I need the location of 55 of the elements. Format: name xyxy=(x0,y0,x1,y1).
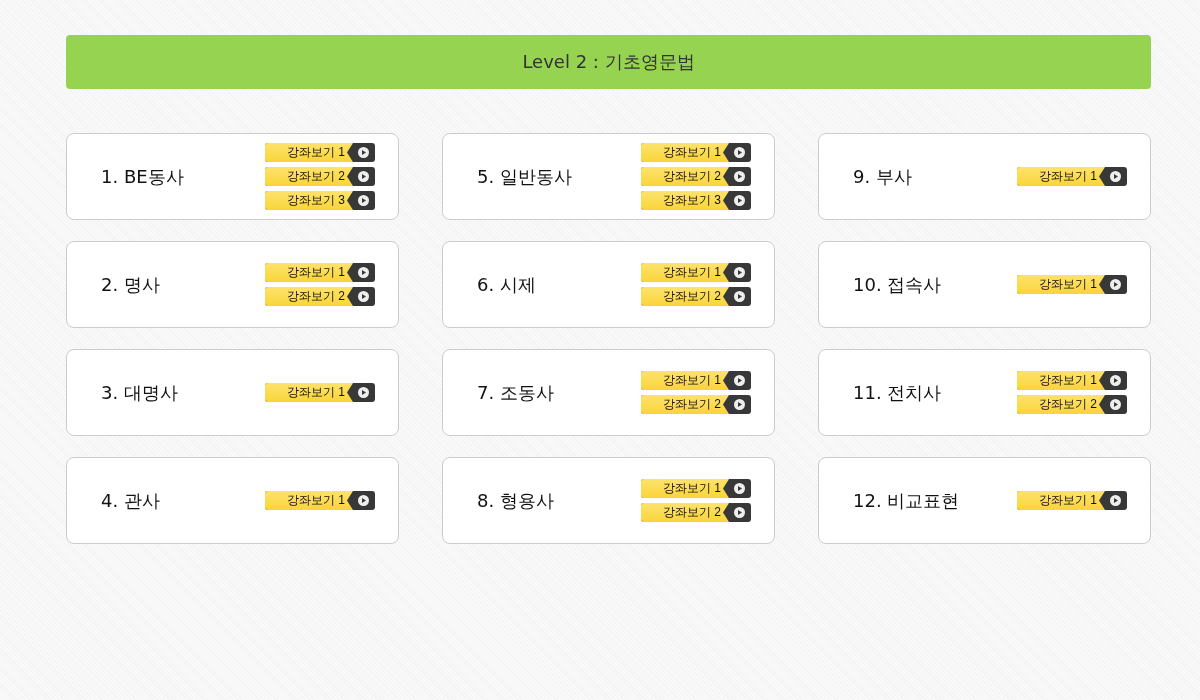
play-icon xyxy=(734,195,745,206)
play-icon xyxy=(358,267,369,278)
lesson-title: 3. 대명사 xyxy=(101,380,178,405)
lesson-title: 10. 접속사 xyxy=(853,272,942,297)
play-icon xyxy=(1110,399,1121,410)
lesson-title: 6. 시제 xyxy=(477,272,536,297)
play-icon xyxy=(358,495,369,506)
lecture-button[interactable]: 강좌보기 1 xyxy=(641,143,751,162)
lecture-button[interactable]: 강좌보기 1 xyxy=(641,371,751,390)
lecture-button[interactable]: 강좌보기 2 xyxy=(641,503,751,522)
play-icon xyxy=(734,483,745,494)
lecture-button[interactable]: 강좌보기 1 xyxy=(265,383,375,402)
lecture-button[interactable]: 강좌보기 2 xyxy=(1017,395,1127,414)
play-icon xyxy=(734,171,745,182)
lecture-button[interactable]: 강좌보기 2 xyxy=(265,167,375,186)
lecture-button[interactable]: 강좌보기 1 xyxy=(1017,491,1127,510)
play-icon xyxy=(734,267,745,278)
lesson-title: 7. 조동사 xyxy=(477,380,554,405)
lecture-button[interactable]: 강좌보기 2 xyxy=(641,395,751,414)
lecture-button[interactable]: 강좌보기 1 xyxy=(265,143,375,162)
lecture-button[interactable]: 강좌보기 2 xyxy=(641,287,751,306)
play-icon xyxy=(1110,171,1121,182)
lesson-title: 4. 관사 xyxy=(101,488,160,513)
play-icon xyxy=(734,375,745,386)
play-icon xyxy=(734,399,745,410)
lesson-title: 1. BE동사 xyxy=(101,164,184,189)
lecture-button[interactable]: 강좌보기 2 xyxy=(265,287,375,306)
lesson-title: 2. 명사 xyxy=(101,272,160,297)
play-icon xyxy=(734,147,745,158)
lecture-button[interactable]: 강좌보기 1 xyxy=(641,263,751,282)
play-icon xyxy=(358,171,369,182)
lesson-title: 12. 비교표현 xyxy=(853,488,960,513)
lecture-button[interactable]: 강좌보기 1 xyxy=(1017,275,1127,294)
lesson-title: 11. 전치사 xyxy=(853,380,942,405)
play-icon xyxy=(358,147,369,158)
lecture-button[interactable]: 강좌보기 3 xyxy=(641,191,751,210)
play-icon xyxy=(358,291,369,302)
lecture-button[interactable]: 강좌보기 2 xyxy=(641,167,751,186)
lecture-button[interactable]: 강좌보기 1 xyxy=(265,491,375,510)
lecture-button[interactable]: 강좌보기 1 xyxy=(1017,371,1127,390)
play-icon xyxy=(734,291,745,302)
play-icon xyxy=(734,507,745,518)
play-icon xyxy=(358,387,369,398)
lesson-title: 5. 일반동사 xyxy=(477,164,572,189)
play-icon xyxy=(358,195,369,206)
lesson-title: 9. 부사 xyxy=(853,164,912,189)
play-icon xyxy=(1110,279,1121,290)
header-title: Level 2 : 기초영문법 xyxy=(522,50,695,74)
play-icon xyxy=(1110,375,1121,386)
lecture-button[interactable]: 강좌보기 3 xyxy=(265,191,375,210)
lesson-title: 8. 형용사 xyxy=(477,488,554,513)
lecture-button[interactable]: 강좌보기 1 xyxy=(265,263,375,282)
lecture-button[interactable]: 강좌보기 1 xyxy=(641,479,751,498)
lecture-button[interactable]: 강좌보기 1 xyxy=(1017,167,1127,186)
play-icon xyxy=(1110,495,1121,506)
